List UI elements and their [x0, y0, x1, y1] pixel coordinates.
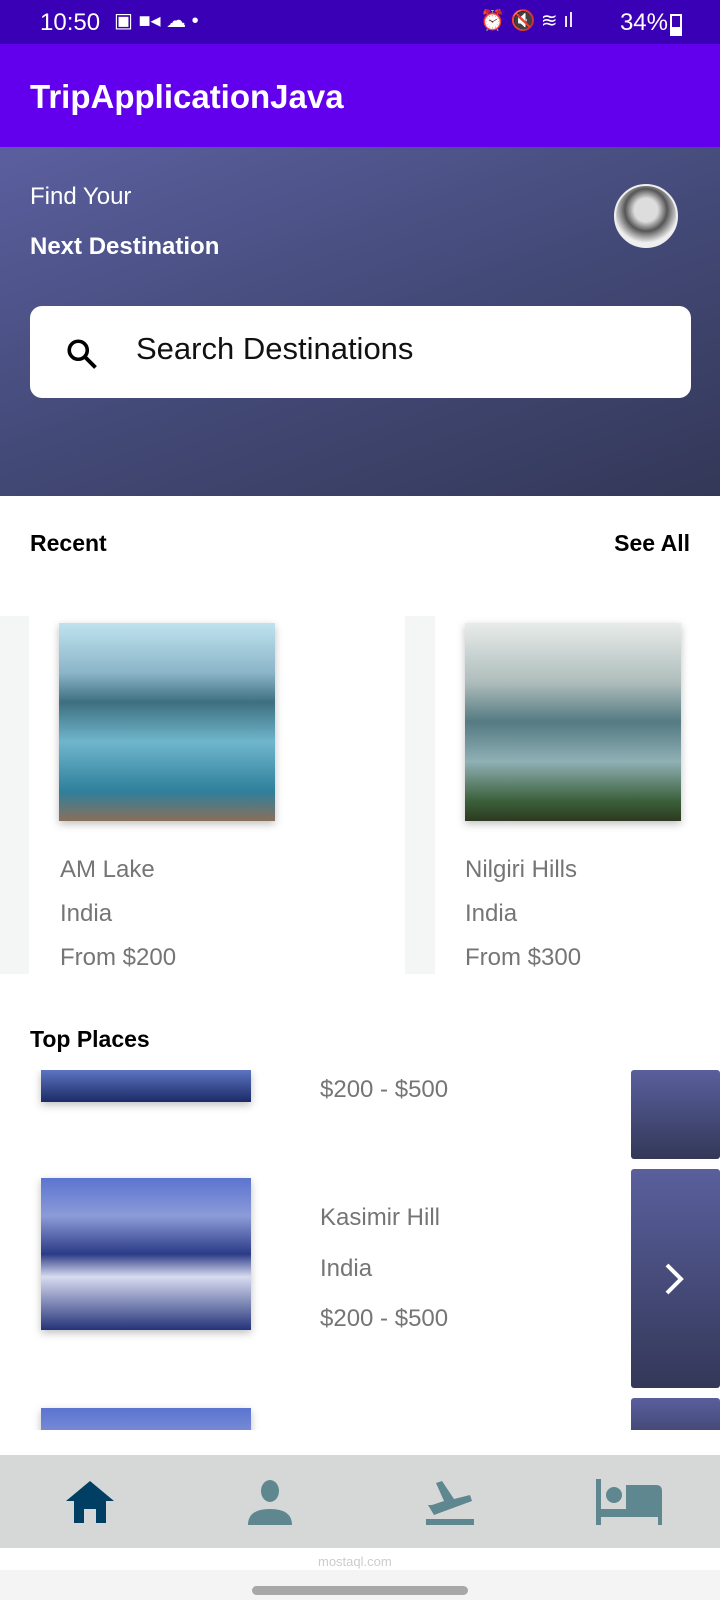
place-image	[41, 1070, 251, 1102]
app-bar: TripApplicationJava	[0, 44, 720, 147]
hotel-bed-icon[interactable]	[596, 1479, 664, 1525]
bottom-nav	[0, 1455, 720, 1548]
flight-departure-icon[interactable]	[424, 1479, 476, 1525]
recent-country: India	[60, 900, 113, 927]
place-name: Kasimir Hill	[320, 1204, 440, 1231]
search-placeholder: Search Destinations	[136, 331, 414, 366]
person-icon[interactable]	[246, 1479, 294, 1525]
place-price: $200 - $500	[320, 1305, 449, 1332]
nilgiri-hills-image	[465, 623, 681, 821]
am-lake-image	[59, 623, 275, 821]
top-places-title: Top Places	[30, 1026, 150, 1052]
place-image	[41, 1408, 251, 1430]
recent-name: AM Lake	[60, 856, 155, 883]
status-bar: 10:50 ▣ ■◂ ☁ • ⏰ 🔇 ≋ ıl 34%	[0, 0, 720, 44]
search-input[interactable]: Search Destinations	[30, 306, 691, 398]
recent-card[interactable]: Nilgiri Hills India From $300	[435, 616, 720, 974]
see-all-link[interactable]: See All	[614, 530, 690, 557]
status-time: 10:50	[40, 9, 101, 36]
chevron-right-icon	[665, 1263, 684, 1295]
recent-name: Nilgiri Hills	[465, 856, 577, 883]
battery-level: 34%	[619, 9, 668, 36]
hero-line2: Next Destination	[30, 233, 220, 260]
recent-price: From $300	[465, 944, 582, 971]
notification-icons: ▣ ■◂ ☁ •	[114, 10, 199, 32]
watermark: mostaql.com	[318, 1554, 392, 1569]
search-icon	[67, 339, 97, 369]
battery-icon	[670, 14, 682, 36]
app-title: TripApplicationJava	[30, 78, 344, 115]
place-next-button[interactable]	[631, 1169, 720, 1388]
system-icons: ⏰ 🔇 ≋ ıl	[480, 10, 574, 32]
recent-title: Recent	[30, 530, 107, 556]
top-places-list[interactable]: $200 - $500 Kasimir Hill India $200 - $5…	[0, 1070, 720, 1430]
hero-header: Find Your Next Destination Search Destin…	[0, 147, 720, 496]
place-side-panel[interactable]	[631, 1070, 720, 1159]
recent-card[interactable]: AM Lake India From $200	[29, 616, 405, 974]
place-country: India	[320, 1255, 373, 1282]
home-icon[interactable]	[64, 1479, 116, 1525]
home-gesture-handle[interactable]	[252, 1586, 468, 1595]
hero-line1: Find Your	[30, 183, 132, 210]
place-side-panel[interactable]	[631, 1398, 720, 1430]
avatar[interactable]	[614, 184, 678, 248]
gesture-area	[0, 1570, 720, 1600]
place-price: $200 - $500	[320, 1076, 449, 1103]
recent-country: India	[465, 900, 518, 927]
kasimir-hill-image	[41, 1178, 251, 1330]
recent-price: From $200	[60, 944, 177, 971]
